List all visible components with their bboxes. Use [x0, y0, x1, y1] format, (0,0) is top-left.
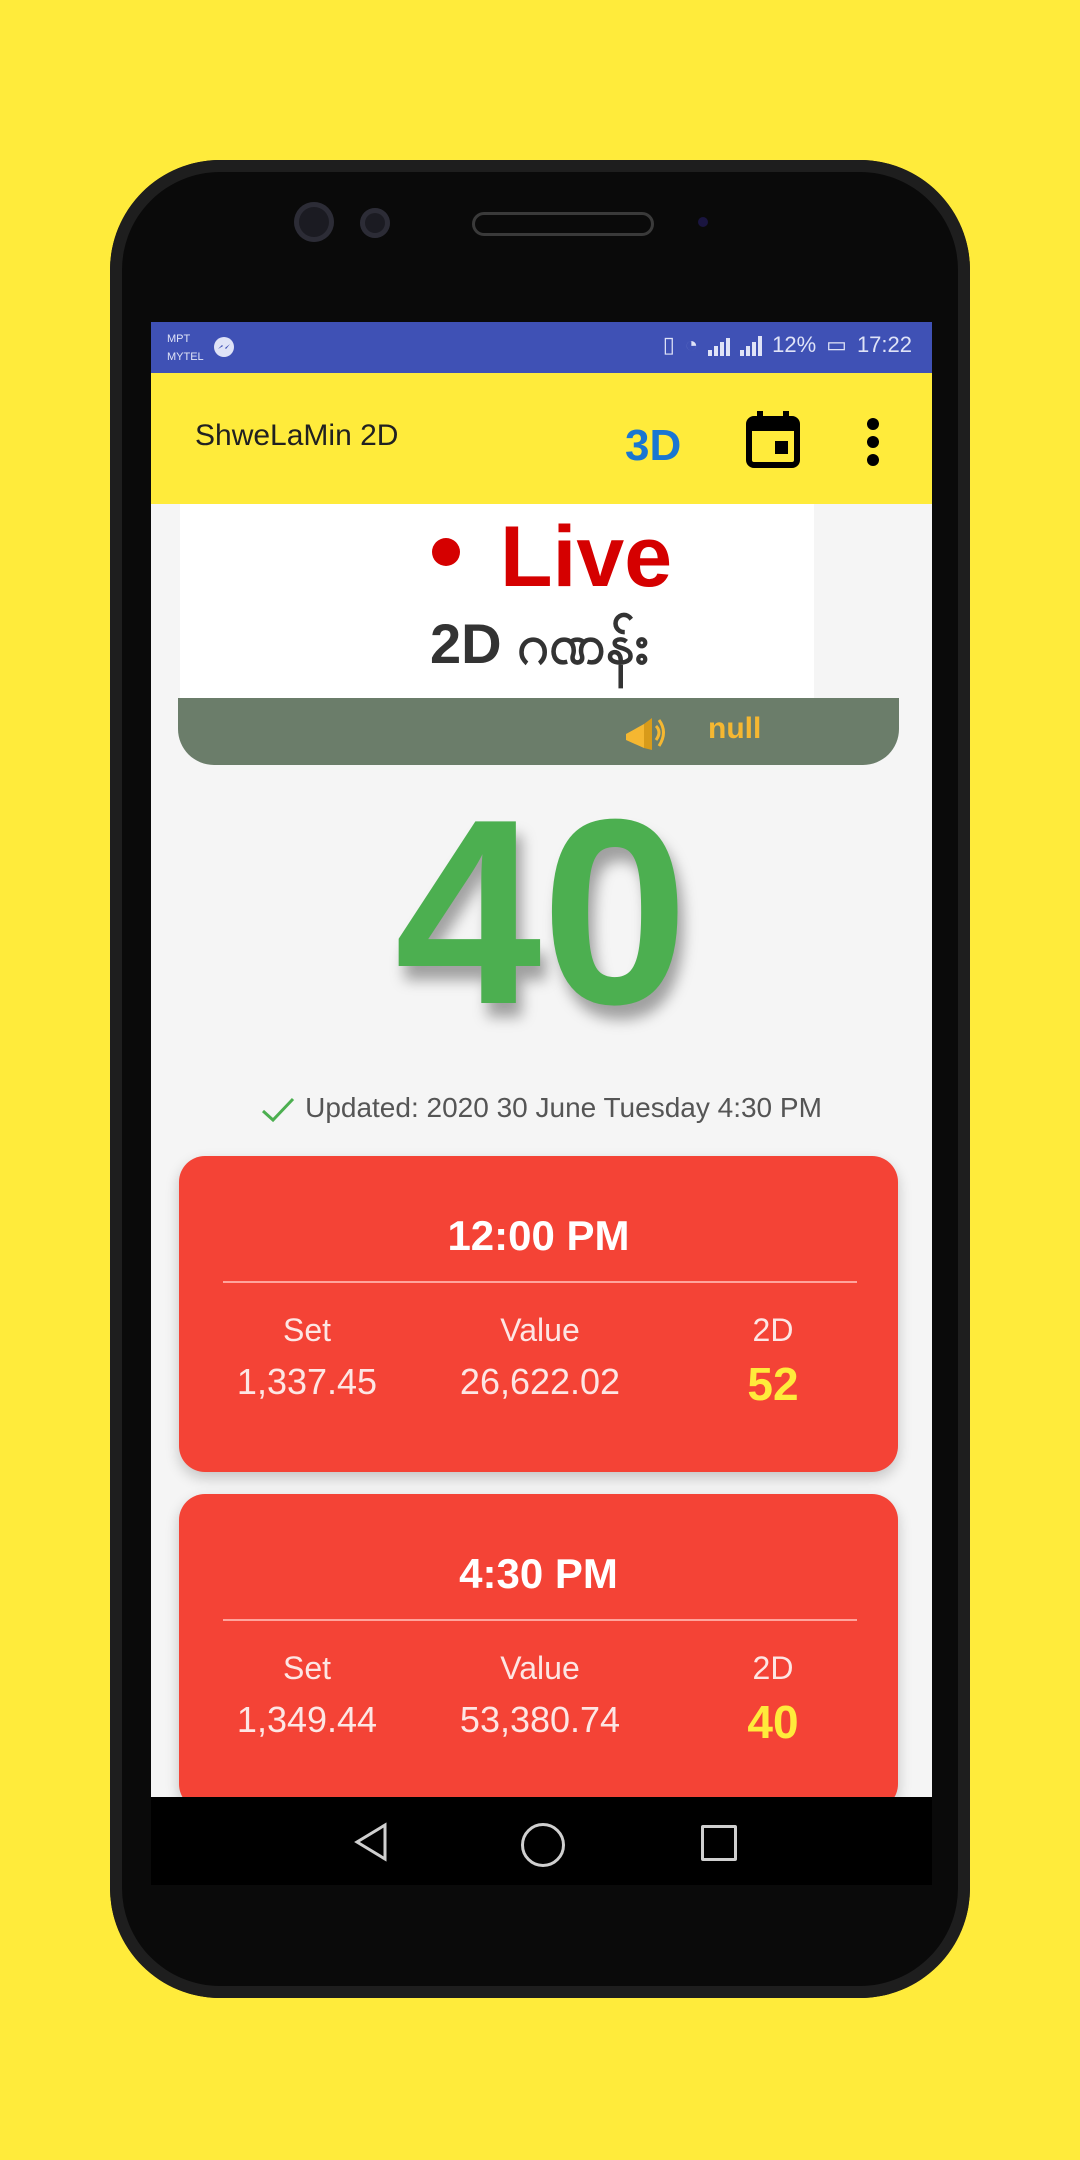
- set-label: Set: [282, 1312, 332, 1348]
- value-value: 53,380.74: [459, 1699, 621, 1740]
- recent-apps-icon[interactable]: [701, 1825, 737, 1861]
- carrier-2: MYTEL: [167, 351, 204, 363]
- twod-column: 2D 52: [673, 1312, 873, 1411]
- twod-label: 2D: [752, 1650, 794, 1686]
- app-bar: ShweLaMin 2D 3D: [151, 373, 932, 504]
- app-title: ShweLaMin 2D: [195, 419, 399, 452]
- value-column: Value 53,380.74: [440, 1650, 640, 1741]
- card-divider: [223, 1619, 857, 1621]
- banner-subtitle: 2D ဂဏန်း: [430, 612, 649, 675]
- messenger-icon: [214, 337, 234, 357]
- status-bar: MPT MYTEL ▯ ◔ 12% ▭ 17:22: [151, 322, 932, 373]
- screen: MPT MYTEL ▯ ◔ 12% ▭ 17:22 ShweLaMin 2D 3…: [151, 322, 932, 1797]
- value-label: Value: [500, 1312, 580, 1348]
- set-column: Set 1,349.44: [207, 1650, 407, 1741]
- calendar-icon[interactable]: [745, 409, 801, 469]
- battery-icon: ▭: [826, 332, 847, 357]
- live-label: Live: [500, 509, 673, 605]
- navigation-bar: [151, 1797, 932, 1885]
- value-value: 26,622.02: [459, 1361, 621, 1402]
- twod-label: 2D: [752, 1312, 794, 1348]
- carrier-1: MPT: [167, 333, 191, 345]
- signal-icon-2: [740, 334, 763, 356]
- result-card-1200: 12:00 PM Set 1,337.45 Value 26,622.02 2D…: [179, 1156, 898, 1472]
- result-card-0430: 4:30 PM Set 1,349.44 Value 53,380.74 2D …: [179, 1494, 898, 1797]
- megaphone-icon: [626, 718, 665, 750]
- 3d-button[interactable]: 3D: [625, 421, 681, 471]
- updated-text: Updated: 2020 30 June Tuesday 4:30 PM: [305, 1092, 822, 1123]
- proximity-sensor: [698, 217, 708, 227]
- twod-value: 40: [747, 1696, 799, 1748]
- live-dot-icon: [432, 538, 460, 566]
- set-value: 1,349.44: [236, 1699, 378, 1740]
- back-icon[interactable]: [351, 1821, 391, 1863]
- card-time: 12:00 PM: [447, 1212, 630, 1259]
- twod-column: 2D 40: [673, 1650, 873, 1749]
- live-banner: Live 2D ဂဏန်း: [180, 504, 814, 698]
- carrier-labels: MPT MYTEL: [167, 330, 204, 366]
- updated-line: Updated: 2020 30 June Tuesday 4:30 PM: [151, 1092, 932, 1124]
- value-label: Value: [500, 1650, 580, 1686]
- live-2d-number: 40: [394, 764, 689, 1059]
- value-column: Value 26,622.02: [440, 1312, 640, 1403]
- earpiece-speaker: [472, 212, 654, 236]
- signal-icon-1: [708, 334, 731, 356]
- status-icons: ▯ ◔ 12% ▭ 17:22: [663, 332, 912, 358]
- twod-value: 52: [747, 1358, 799, 1410]
- home-icon[interactable]: [521, 1823, 565, 1867]
- front-sensor: [360, 208, 390, 238]
- set-column: Set 1,337.45: [207, 1312, 407, 1403]
- check-icon: [262, 1097, 295, 1122]
- announcement-text: null: [708, 712, 762, 745]
- set-value: 1,337.45: [236, 1361, 378, 1402]
- card-time: 4:30 PM: [459, 1550, 618, 1597]
- clock: 17:22: [856, 332, 912, 357]
- announcement-bar: null: [178, 698, 899, 765]
- card-divider: [223, 1281, 857, 1283]
- more-vert-icon[interactable]: [865, 417, 881, 467]
- wifi-icon: ◔: [684, 332, 699, 357]
- vibrate-icon: ▯: [662, 332, 675, 357]
- front-camera: [294, 202, 334, 242]
- set-label: Set: [282, 1650, 332, 1686]
- battery-percent: 12%: [772, 332, 817, 357]
